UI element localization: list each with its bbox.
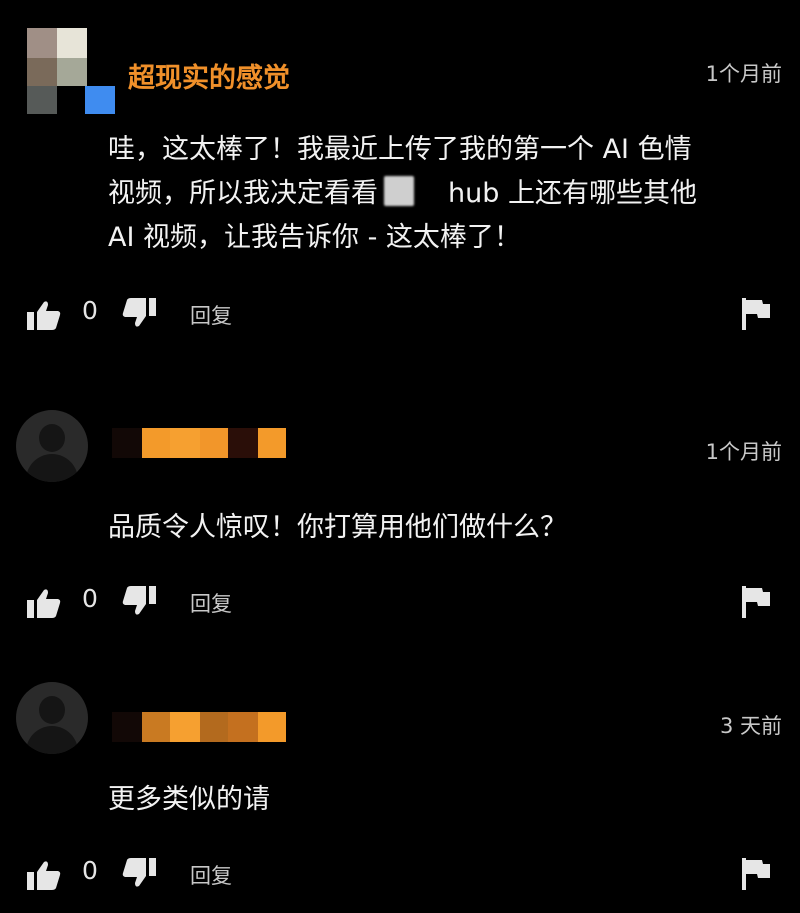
comment-line: 哇，这太棒了！我最近上传了我的第一个 AI 色情 <box>108 134 692 165</box>
avatar[interactable] <box>16 682 88 754</box>
thumbs-up-icon[interactable] <box>27 860 61 894</box>
like-count: 0 <box>82 296 98 325</box>
thumbs-down-icon[interactable] <box>122 858 156 892</box>
comment-actions: 0 回复 <box>0 294 800 334</box>
comment-body: 品质令人惊叹！你打算用他们做什么？ <box>108 512 567 543</box>
comment-actions: 0 回复 <box>0 854 800 894</box>
timestamp: 1个月前 <box>705 62 782 86</box>
comment-actions: 0 回复 <box>0 582 800 622</box>
reply-button[interactable]: 回复 <box>190 860 232 890</box>
like-count: 0 <box>82 856 98 885</box>
comment-line: AI 视频，让我告诉你 - 这太棒了！ <box>108 222 521 253</box>
comment: 3 天前 更多类似的请 0 回复 <box>0 672 800 912</box>
thumbs-up-icon[interactable] <box>27 588 61 622</box>
comment: 超现实的感觉 1个月前 哇，这太棒了！我最近上传了我的第一个 AI 色情 视频，… <box>0 0 800 340</box>
comment-body: 哇，这太棒了！我最近上传了我的第一个 AI 色情 视频，所以我决定看看 hub 上… <box>108 128 788 260</box>
flag-icon[interactable] <box>742 298 770 334</box>
reply-button[interactable]: 回复 <box>190 588 232 618</box>
thumbs-up-icon[interactable] <box>27 300 61 334</box>
reply-button[interactable]: 回复 <box>190 300 232 330</box>
comment-line: 视频，所以我决定看看 hub 上还有哪些其他 <box>108 172 788 216</box>
avatar[interactable] <box>16 410 88 482</box>
thumbs-down-icon[interactable] <box>122 586 156 620</box>
comment-text: hub 上还有哪些其他 <box>448 178 697 209</box>
censor-block <box>384 176 414 206</box>
timestamp: 1个月前 <box>705 440 782 464</box>
username[interactable]: 超现实的感觉 <box>128 56 290 95</box>
timestamp: 3 天前 <box>719 714 782 738</box>
thumbs-down-icon[interactable] <box>122 298 156 332</box>
comment: 1个月前 品质令人惊叹！你打算用他们做什么？ 0 回复 <box>0 400 800 640</box>
comment-text: 视频，所以我决定看看 <box>108 178 378 209</box>
flag-icon[interactable] <box>742 858 770 894</box>
like-count: 0 <box>82 584 98 613</box>
comment-body: 更多类似的请 <box>108 784 270 815</box>
username-blurred[interactable] <box>112 712 286 742</box>
flag-icon[interactable] <box>742 586 770 622</box>
username-blurred[interactable] <box>112 428 286 458</box>
avatar[interactable] <box>27 28 115 116</box>
